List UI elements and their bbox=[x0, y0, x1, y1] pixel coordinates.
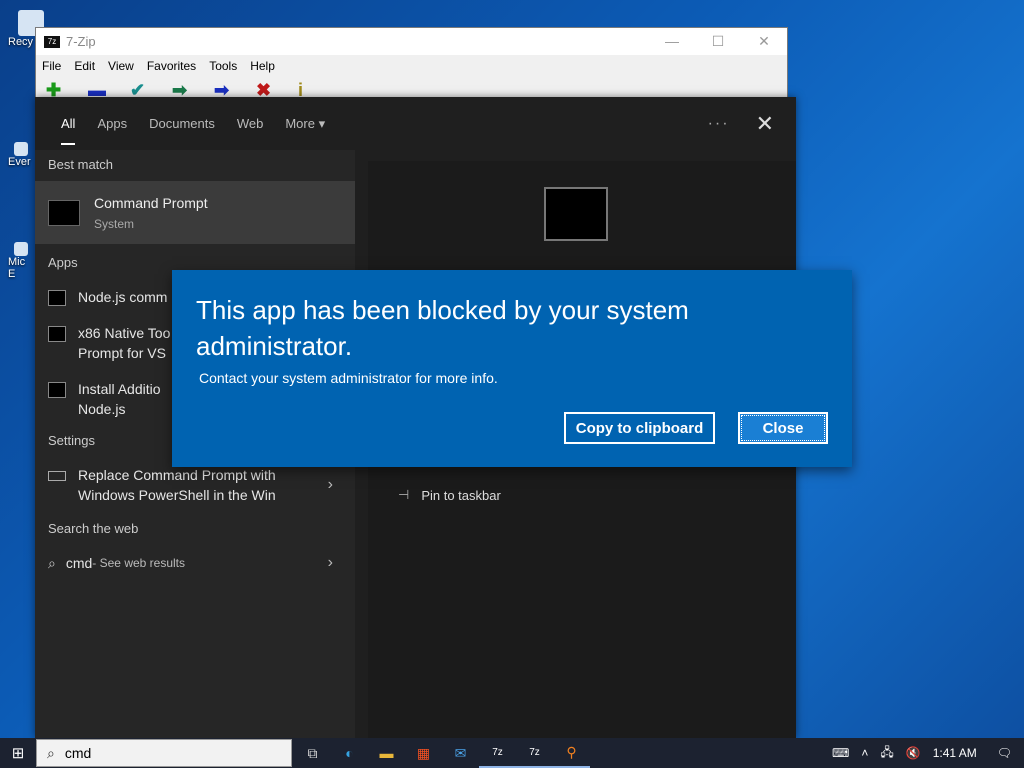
menu-edit[interactable]: Edit bbox=[74, 59, 95, 73]
menu-bar: File Edit View Favorites Tools Help bbox=[36, 55, 787, 77]
pin-to-taskbar-label: Pin to taskbar bbox=[421, 487, 501, 503]
best-match-title: Command Prompt bbox=[94, 194, 208, 211]
close-icon[interactable]: ✕ bbox=[756, 111, 774, 137]
edge-icon[interactable]: ◐ bbox=[331, 738, 368, 768]
tab-documents[interactable]: Documents bbox=[149, 116, 215, 131]
dialog-message: Contact your system administrator for mo… bbox=[199, 370, 498, 386]
network-icon[interactable]: 🖧 bbox=[880, 743, 893, 764]
tab-more-label: More bbox=[285, 115, 315, 131]
more-options-icon[interactable]: ··· bbox=[708, 115, 730, 133]
copy-to-clipboard-button[interactable]: Copy to clipboard bbox=[564, 412, 715, 444]
chevron-right-icon[interactable]: › bbox=[328, 553, 333, 573]
command-prompt-icon bbox=[48, 199, 80, 226]
tab-more[interactable]: More ▾ bbox=[285, 116, 325, 132]
mail-icon[interactable]: ✉ bbox=[442, 738, 479, 768]
file-explorer-icon[interactable]: ▬ bbox=[368, 738, 405, 768]
taskbar: ⊞ ⌕ ⧉ ◐ ▬ ▦ ✉ 7z 7z ⚲ ⌨ ˄ 🖧 🔇 1:41 AM 🗨 bbox=[0, 738, 1024, 768]
chevron-up-icon[interactable]: ˄ bbox=[861, 746, 868, 760]
blocked-app-dialog: This app has been blocked by your system… bbox=[172, 270, 852, 467]
best-match-subtitle: System bbox=[94, 216, 135, 231]
menu-view[interactable]: View bbox=[108, 59, 134, 73]
app-result-line1: x86 Native Too bbox=[78, 325, 171, 341]
desktop-icon-label: Ever bbox=[8, 156, 31, 168]
windows-logo-icon: ⊞ bbox=[11, 745, 25, 762]
shortcut-icon bbox=[14, 242, 28, 256]
section-header-best-match: Best match bbox=[48, 157, 114, 172]
desktop-icon-microsoft-edge[interactable]: Mic E bbox=[0, 242, 40, 280]
menu-tools[interactable]: Tools bbox=[209, 59, 237, 73]
menu-file[interactable]: File bbox=[42, 59, 61, 73]
menu-favorites[interactable]: Favorites bbox=[147, 59, 196, 73]
app-result-line2: Node.js bbox=[78, 401, 126, 417]
maximize-icon[interactable]: ☐ bbox=[695, 33, 741, 50]
search-icon: ⌕ bbox=[48, 555, 56, 571]
tab-apps[interactable]: Apps bbox=[97, 116, 127, 131]
close-icon[interactable]: ✕ bbox=[741, 33, 787, 50]
command-prompt-icon bbox=[48, 382, 66, 398]
task-view-icon[interactable]: ⧉ bbox=[294, 738, 331, 768]
clock[interactable]: 1:41 AM bbox=[933, 746, 977, 760]
window-titlebar[interactable]: 7z 7-Zip — ☐ ✕ bbox=[36, 28, 787, 55]
7zip-window: 7z 7-Zip — ☐ ✕ File Edit View Favorites … bbox=[35, 27, 788, 104]
shortcut-icon bbox=[14, 142, 28, 156]
settings-result-line1: Replace Command Prompt with bbox=[78, 467, 276, 483]
menu-help[interactable]: Help bbox=[250, 59, 275, 73]
command-prompt-icon bbox=[544, 187, 608, 241]
desktop-icon-label: Mic E bbox=[8, 256, 26, 280]
pin-icon: ⊣ bbox=[398, 487, 410, 502]
7zip-icon[interactable]: 7z bbox=[479, 738, 516, 768]
chevron-right-icon[interactable]: › bbox=[328, 475, 333, 495]
settings-result-item[interactable]: Replace Command Prompt with Windows Powe… bbox=[35, 465, 355, 505]
web-query: cmd bbox=[65, 555, 93, 571]
search-tabs: All Apps Documents Web More ▾ ··· ✕ bbox=[35, 97, 796, 150]
search-icon: ⌕ bbox=[47, 744, 55, 761]
app-result-line2: Prompt for VS bbox=[78, 345, 166, 361]
close-button[interactable]: Close bbox=[738, 412, 828, 444]
start-button[interactable]: ⊞ bbox=[0, 738, 36, 768]
minimize-icon[interactable]: — bbox=[649, 33, 695, 50]
command-prompt-icon bbox=[48, 326, 66, 342]
desktop-icon-recycle-bin[interactable]: Recy bbox=[0, 10, 44, 48]
app-result-line1: Node.js comm bbox=[78, 289, 168, 305]
pin-to-taskbar-action[interactable]: ⊣ Pin to taskbar bbox=[398, 487, 501, 503]
keyboard-icon[interactable]: ⌨ bbox=[832, 746, 849, 760]
store-icon[interactable]: ▦ bbox=[405, 738, 442, 768]
best-match-item[interactable]: Command Prompt System bbox=[35, 181, 355, 244]
tab-web[interactable]: Web bbox=[237, 116, 264, 131]
tab-all[interactable]: All bbox=[61, 116, 76, 145]
window-title: 7-Zip bbox=[66, 34, 96, 49]
dialog-heading: This app has been blocked by your system… bbox=[196, 295, 689, 361]
chevron-down-icon: ▾ bbox=[318, 115, 326, 131]
command-prompt-icon bbox=[48, 290, 66, 306]
toolbar: ✚ ▬ ✔ ➡ ➡ ✖ i bbox=[36, 77, 787, 99]
settings-result-line2: Windows PowerShell in the Win bbox=[78, 487, 276, 503]
taskbar-search-box[interactable]: ⌕ bbox=[36, 739, 292, 767]
section-header-web: Search the web bbox=[48, 521, 139, 536]
search-app-icon[interactable]: ⚲ bbox=[553, 738, 590, 768]
desktop-icon-everything[interactable]: Ever bbox=[0, 142, 40, 168]
notification-icon[interactable]: 🗨 bbox=[997, 746, 1012, 760]
volume-muted-icon[interactable]: 🔇 bbox=[906, 746, 921, 760]
web-result-item[interactable]: ⌕ cmd - See web results › bbox=[35, 553, 355, 573]
settings-icon bbox=[48, 471, 66, 481]
taskbar-search-input[interactable] bbox=[62, 744, 247, 762]
7zip-icon[interactable]: 7z bbox=[516, 738, 553, 768]
app-result-line1: Install Additio bbox=[78, 381, 161, 397]
7zip-logo-icon: 7z bbox=[44, 35, 60, 48]
desktop-icon-label: Recy bbox=[8, 36, 34, 48]
web-query-suffix: - See web results bbox=[92, 556, 186, 570]
system-tray: ⌨ ˄ 🖧 🔇 1:41 AM 🗨 bbox=[832, 743, 1024, 764]
